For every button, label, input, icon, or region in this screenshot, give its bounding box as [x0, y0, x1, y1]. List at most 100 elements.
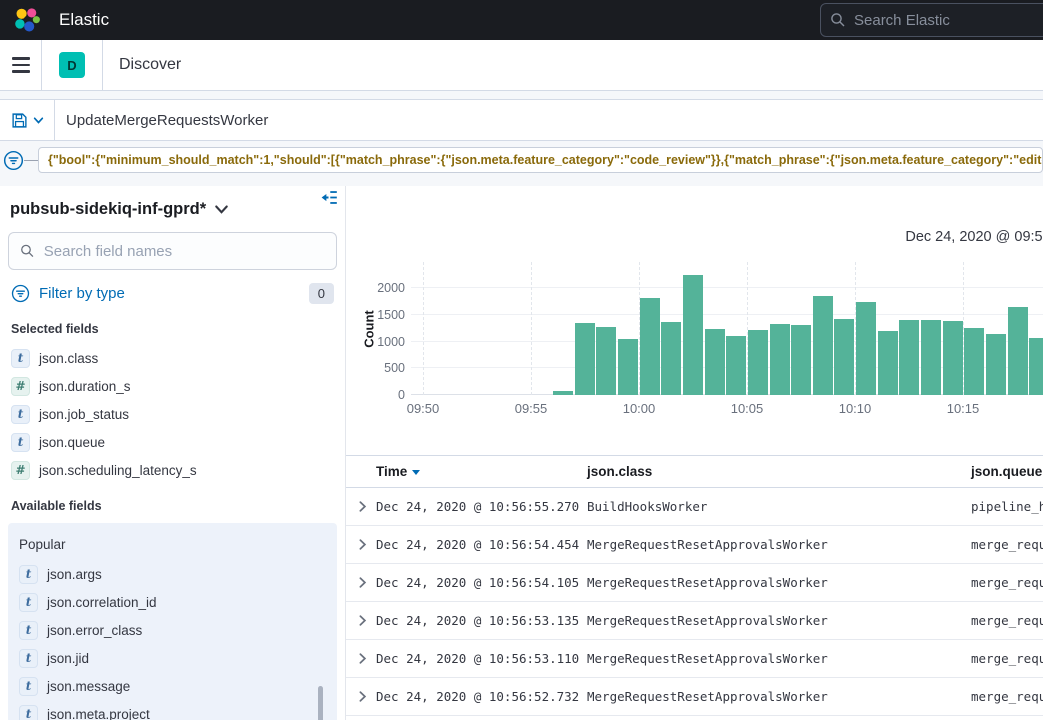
popular-fields-list: tjson.argstjson.correlation_idtjson.erro… [8, 560, 337, 720]
save-query-button[interactable] [0, 100, 55, 140]
top-bar: Elastic [0, 0, 1043, 40]
global-search-input[interactable] [854, 12, 1043, 29]
histogram-bar[interactable] [1029, 338, 1043, 395]
table-header: Time json.class json.queue [346, 455, 1043, 488]
global-search[interactable] [820, 3, 1043, 37]
histogram-bar[interactable] [834, 319, 854, 395]
histogram-bar[interactable] [618, 339, 638, 395]
number-field-icon: # [11, 377, 30, 396]
json-class-cell: BuildHooksWorker [587, 499, 971, 514]
field-item[interactable]: tjson.message [8, 672, 337, 700]
histogram-bar[interactable] [943, 321, 963, 395]
x-tick-label: 10:10 [839, 401, 872, 416]
expand-row-button[interactable] [346, 690, 376, 703]
json-class-cell: MergeRequestResetApprovalsWorker [587, 651, 971, 666]
filter-pill[interactable]: {"bool":{"minimum_should_match":1,"shoul… [38, 147, 1043, 173]
expand-row-button[interactable] [346, 614, 376, 627]
time-cell: Dec 24, 2020 @ 10:56:55.270 [376, 499, 587, 514]
menu-button[interactable] [0, 40, 41, 90]
time-cell: Dec 24, 2020 @ 10:56:53.135 [376, 613, 587, 628]
field-item[interactable]: tjson.queue [8, 428, 337, 456]
histogram-bar[interactable] [726, 336, 746, 395]
field-item[interactable]: #json.scheduling_latency_s [8, 456, 337, 484]
histogram-bar[interactable] [878, 331, 898, 395]
json-class-cell: MergeRequestResetApprovalsWorker [587, 689, 971, 704]
column-header-json-queue[interactable]: json.queue [971, 464, 1043, 479]
x-tick-label: 10:00 [623, 401, 656, 416]
filter-icon [11, 284, 30, 303]
time-cell: Dec 24, 2020 @ 10:56:52.732 [376, 689, 587, 704]
json-class-cell: MergeRequestResetApprovalsWorker [587, 537, 971, 552]
histogram-bar[interactable] [921, 320, 941, 395]
json-queue-cell: pipeline_ho [971, 499, 1043, 514]
histogram-bar[interactable] [813, 296, 833, 395]
field-item[interactable]: tjson.job_status [8, 400, 337, 428]
discover-main: Dec 24, 2020 @ 09:57:01.67 Count 0500100… [345, 186, 1043, 720]
histogram-bar[interactable] [683, 275, 703, 395]
histogram-bar[interactable] [705, 329, 725, 395]
column-header-json-class[interactable]: json.class [587, 464, 971, 479]
filter-count-badge: 0 [309, 283, 334, 304]
histogram-bar[interactable] [596, 327, 616, 395]
text-field-icon: t [11, 433, 30, 452]
text-field-icon: t [19, 649, 38, 668]
expand-row-button[interactable] [346, 652, 376, 665]
histogram-bar[interactable] [748, 330, 768, 395]
expand-row-button[interactable] [346, 500, 376, 513]
chart-time-range: Dec 24, 2020 @ 09:57:01.67 [346, 229, 1043, 245]
index-pattern-selector[interactable]: pubsub-sidekiq-inf-gprd* [10, 200, 206, 219]
histogram-bar[interactable] [856, 302, 876, 395]
field-item[interactable]: tjson.args [8, 560, 337, 588]
chevron-down-icon [33, 115, 44, 126]
json-queue-cell: merge_reque [971, 575, 1043, 590]
query-bar: UpdateMergeRequestsWorker [0, 99, 1043, 141]
histogram-bar[interactable] [770, 324, 790, 395]
histogram-bar[interactable] [986, 334, 1006, 395]
histogram-bar[interactable] [553, 391, 573, 395]
chevron-right-icon [356, 690, 369, 703]
y-tick-label: 1000 [377, 335, 405, 349]
field-item[interactable]: tjson.jid [8, 644, 337, 672]
expand-row-button[interactable] [346, 538, 376, 551]
query-input[interactable]: UpdateMergeRequestsWorker [55, 100, 1043, 140]
table-row: Dec 24, 2020 @ 10:56:55.270BuildHooksWor… [346, 488, 1043, 526]
collapse-sidebar-button[interactable] [319, 188, 338, 210]
field-name: json.class [39, 351, 98, 366]
histogram-bar[interactable] [1008, 307, 1028, 395]
histogram-bar[interactable] [661, 322, 681, 395]
field-name: json.meta.project [47, 707, 150, 720]
field-item[interactable]: #json.duration_s [8, 372, 337, 400]
chevron-down-icon[interactable] [214, 202, 229, 217]
filter-pill-label: {"bool":{"minimum_should_match":1,"shoul… [48, 153, 1043, 167]
discover-app-icon[interactable]: D [59, 52, 85, 78]
x-tick-label: 09:50 [407, 401, 440, 416]
search-icon [20, 243, 35, 259]
selected-fields-heading: Selected fields [11, 322, 334, 336]
field-item[interactable]: tjson.correlation_id [8, 588, 337, 616]
histogram-bar[interactable] [640, 298, 660, 395]
text-field-icon: t [19, 565, 38, 584]
column-header-time[interactable]: Time [376, 464, 587, 479]
field-item[interactable]: tjson.class [8, 344, 337, 372]
chevron-right-icon [356, 538, 369, 551]
field-search[interactable] [8, 232, 337, 270]
text-field-icon: t [19, 593, 38, 612]
available-fields-heading: Available fields [11, 499, 334, 513]
histogram-bar[interactable] [791, 325, 811, 396]
filter-icon[interactable] [3, 150, 24, 171]
histogram-plot [411, 262, 1043, 395]
breadcrumb-bar: D Discover [0, 40, 1043, 91]
field-search-input[interactable] [44, 243, 325, 260]
histogram-bar[interactable] [964, 328, 984, 395]
expand-row-button[interactable] [346, 576, 376, 589]
spacer [0, 91, 1043, 99]
sort-desc-icon [412, 470, 420, 475]
time-cell: Dec 24, 2020 @ 10:56:53.110 [376, 651, 587, 666]
sidebar-scrollbar[interactable] [318, 686, 323, 720]
histogram-bar[interactable] [575, 323, 595, 395]
histogram-bar[interactable] [899, 320, 919, 395]
json-queue-cell: merge_reque [971, 613, 1043, 628]
field-item[interactable]: tjson.meta.project [8, 700, 337, 720]
field-item[interactable]: tjson.error_class [8, 616, 337, 644]
filter-by-type-button[interactable]: Filter by type 0 [8, 279, 337, 307]
